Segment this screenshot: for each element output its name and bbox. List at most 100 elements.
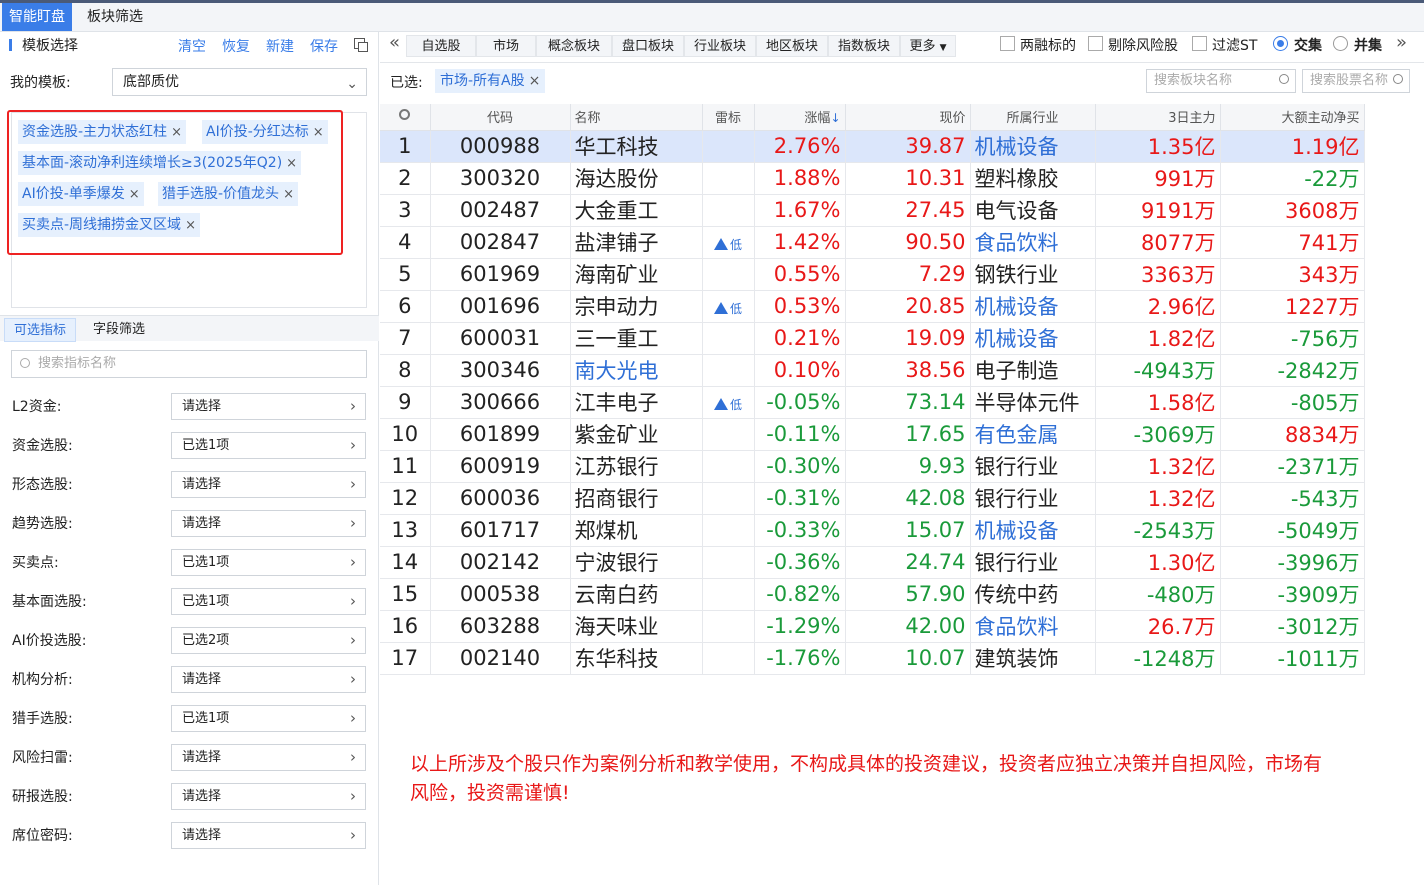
filter-select[interactable]: 请选择 › — [171, 666, 366, 693]
my-template-select[interactable]: 底部质优 ⌄ — [112, 68, 367, 96]
col-industry[interactable]: 所属行业 — [970, 104, 1096, 131]
tag-item[interactable]: 基本面-滚动净利连续增长≥3(2025年Q2) × — [18, 151, 302, 175]
col-risk[interactable]: 雷标 — [702, 104, 755, 131]
filter-value: 已选1项 — [182, 438, 230, 453]
table-row[interactable]: 15 000538 云南白药 -0.82% 57.90 传统中药 -480万 -3909万 — [380, 578, 1365, 611]
table-row[interactable]: 9 300666 江丰电子 低 -0.05% 73.14 半导体元件 1.58亿 -805万 — [380, 386, 1365, 419]
double-chevron-right-icon[interactable]: » — [1396, 32, 1407, 53]
save-button[interactable]: 保存 — [310, 36, 338, 56]
tag-item[interactable]: AI价投-分红达标 × — [202, 120, 328, 144]
copy-icon[interactable] — [354, 38, 368, 52]
nav-board[interactable]: 盘口板块 — [612, 35, 684, 57]
filter-select[interactable]: 请选择 › — [171, 822, 366, 849]
change-pct: -0.11% — [754, 418, 846, 451]
exclude-risk-checkbox[interactable] — [1088, 36, 1103, 51]
filter-select[interactable]: 请选择 › — [171, 393, 366, 420]
tag-item[interactable]: 资金选股-主力状态红柱 × — [18, 120, 186, 144]
change-pct: -0.31% — [754, 482, 846, 515]
new-button[interactable]: 新建 — [266, 36, 294, 56]
filter-select[interactable]: 请选择 › — [171, 783, 366, 810]
row-index: 12 — [380, 482, 431, 515]
selected-tags-highlight: 资金选股-主力状态红柱 × AI价投-分红达标 × 基本面-滚动净利连续增长≥3(2… — [7, 110, 343, 255]
table-row[interactable]: 14 002142 宁波银行 -0.36% 24.74 银行行业 1.30亿 -3996万 — [380, 546, 1365, 579]
filter-select[interactable]: 已选1项 › — [171, 588, 366, 615]
tab-field-filter[interactable]: 字段筛选 — [84, 318, 154, 342]
remove-tag-icon[interactable]: × — [286, 156, 297, 171]
remove-tag-icon[interactable]: × — [171, 125, 182, 140]
table-row[interactable]: 8 300346 南大光电 0.10% 38.56 电子制造 -4943万 -2842万 — [380, 354, 1365, 387]
change-pct: -0.36% — [754, 546, 846, 579]
col-big-net[interactable]: 大额主动净买 — [1220, 104, 1365, 131]
nav-watchlist[interactable]: 自选股 — [406, 35, 476, 57]
change-pct: 0.10% — [754, 354, 846, 387]
table-row[interactable]: 2 300320 海达股份 1.88% 10.31 塑料橡胶 991万 -22万 — [380, 162, 1365, 195]
col-main-3d[interactable]: 3日主力 — [1095, 104, 1221, 131]
stock-code: 603288 — [430, 610, 571, 643]
remove-tag-icon[interactable]: × — [185, 218, 196, 233]
filter-select[interactable]: 已选2项 › — [171, 627, 366, 654]
nav-region[interactable]: 地区板块 — [756, 35, 828, 57]
indicator-search-input[interactable]: 搜索指标名称 — [11, 350, 367, 378]
table-row[interactable]: 5 601969 海南矿业 0.55% 7.29 钢铁行业 3363万 343万 — [380, 258, 1365, 291]
margin-label: 两融标的 — [1020, 38, 1076, 54]
filter-select[interactable]: 已选1项 › — [171, 432, 366, 459]
tag-item[interactable]: AI价投-单季爆发 × — [18, 182, 144, 206]
table-row[interactable]: 4 002847 盐津铺子 低 1.42% 90.50 食品饮料 8077万 741万 — [380, 226, 1365, 259]
settings-column-header[interactable] — [380, 104, 431, 131]
col-price[interactable]: 现价 — [845, 104, 971, 131]
filter-select[interactable]: 请选择 › — [171, 471, 366, 498]
union-radio[interactable] — [1333, 36, 1348, 51]
table-row[interactable]: 10 601899 紫金矿业 -0.11% 17.65 有色金属 -3069万 8834万 — [380, 418, 1365, 451]
nav-industry[interactable]: 行业板块 — [684, 35, 756, 57]
selected-chip[interactable]: 市场-所有A股 × — [435, 69, 546, 93]
stock-search-input[interactable]: 搜索股票名称 — [1302, 69, 1410, 93]
tab-optional-indicators[interactable]: 可选指标 — [4, 318, 77, 342]
filter-select[interactable]: 已选1项 › — [171, 705, 366, 732]
sector-search-input[interactable]: 搜索板块名称 — [1146, 69, 1296, 93]
filter-label: 资金选股: — [12, 438, 73, 454]
table-row[interactable]: 12 600036 招商银行 -0.31% 42.08 银行行业 1.32亿 -543万 — [380, 482, 1365, 515]
remove-chip-icon[interactable]: × — [529, 73, 541, 89]
tag-label: 资金选股-主力状态红柱 — [22, 124, 168, 140]
price: 38.56 — [845, 354, 971, 387]
intersection-radio[interactable] — [1273, 36, 1288, 51]
table-row[interactable]: 6 001696 宗申动力 低 0.53% 20.85 机械设备 2.96亿 1227万 — [380, 290, 1365, 323]
nav-more[interactable]: 更多 ▼ — [900, 35, 956, 57]
restore-button[interactable]: 恢复 — [222, 36, 250, 56]
margin-checkbox[interactable] — [1000, 36, 1015, 51]
col-name[interactable]: 名称 — [570, 104, 703, 131]
filter-select[interactable]: 已选1项 › — [171, 549, 366, 576]
change-pct: -1.29% — [754, 610, 846, 643]
table-row[interactable]: 17 002140 东华科技 -1.76% 10.07 建筑装饰 -1248万 -1011万 — [380, 642, 1365, 675]
filter-select[interactable]: 请选择 › — [171, 510, 366, 537]
stock-code: 601717 — [430, 514, 571, 547]
remove-tag-icon[interactable]: × — [283, 187, 294, 202]
tag-item[interactable]: 买卖点-周线捕捞金叉区域 × — [18, 213, 200, 237]
table-row[interactable]: 16 603288 海天味业 -1.29% 42.00 食品饮料 26.7万 -3012万 — [380, 610, 1365, 643]
industry: 机械设备 — [970, 322, 1096, 355]
table-row[interactable]: 11 600919 江苏银行 -0.30% 9.93 银行行业 1.32亿 -2371万 — [380, 450, 1365, 483]
table-row[interactable]: 1 000988 华工科技 2.76% 39.87 机械设备 1.35亿 1.19亿 — [380, 130, 1365, 163]
chevron-right-icon: › — [350, 514, 356, 532]
filter-select[interactable]: 请选择 › — [171, 744, 366, 771]
tab-smart-monitor[interactable]: 智能盯盘 — [2, 3, 72, 31]
double-chevron-left-icon[interactable]: « — [389, 32, 400, 53]
table-row[interactable]: 3 002487 大金重工 1.67% 27.45 电气设备 9191万 3608万 — [380, 194, 1365, 227]
clear-button[interactable]: 清空 — [178, 36, 206, 56]
tab-sector-filter[interactable]: 板块筛选 — [80, 3, 150, 31]
stock-name: 江丰电子 — [570, 386, 703, 419]
risk-cell — [702, 514, 755, 547]
table-row[interactable]: 13 601717 郑煤机 -0.33% 15.07 机械设备 -2543万 -5049万 — [380, 514, 1365, 547]
tag-item[interactable]: 猎手选股-价值龙头 × — [158, 182, 298, 206]
stock-name: 江苏银行 — [570, 450, 703, 483]
filter-st-checkbox[interactable] — [1192, 36, 1207, 51]
stock-code: 002487 — [430, 194, 571, 227]
col-code[interactable]: 代码 — [430, 104, 571, 131]
nav-index[interactable]: 指数板块 — [828, 35, 900, 57]
nav-concept[interactable]: 概念板块 — [536, 35, 612, 57]
col-change[interactable]: 涨幅↓ — [754, 104, 846, 131]
remove-tag-icon[interactable]: × — [129, 187, 140, 202]
nav-market[interactable]: 市场 — [476, 35, 536, 57]
table-row[interactable]: 7 600031 三一重工 0.21% 19.09 机械设备 1.82亿 -756万 — [380, 322, 1365, 355]
remove-tag-icon[interactable]: × — [313, 125, 324, 140]
